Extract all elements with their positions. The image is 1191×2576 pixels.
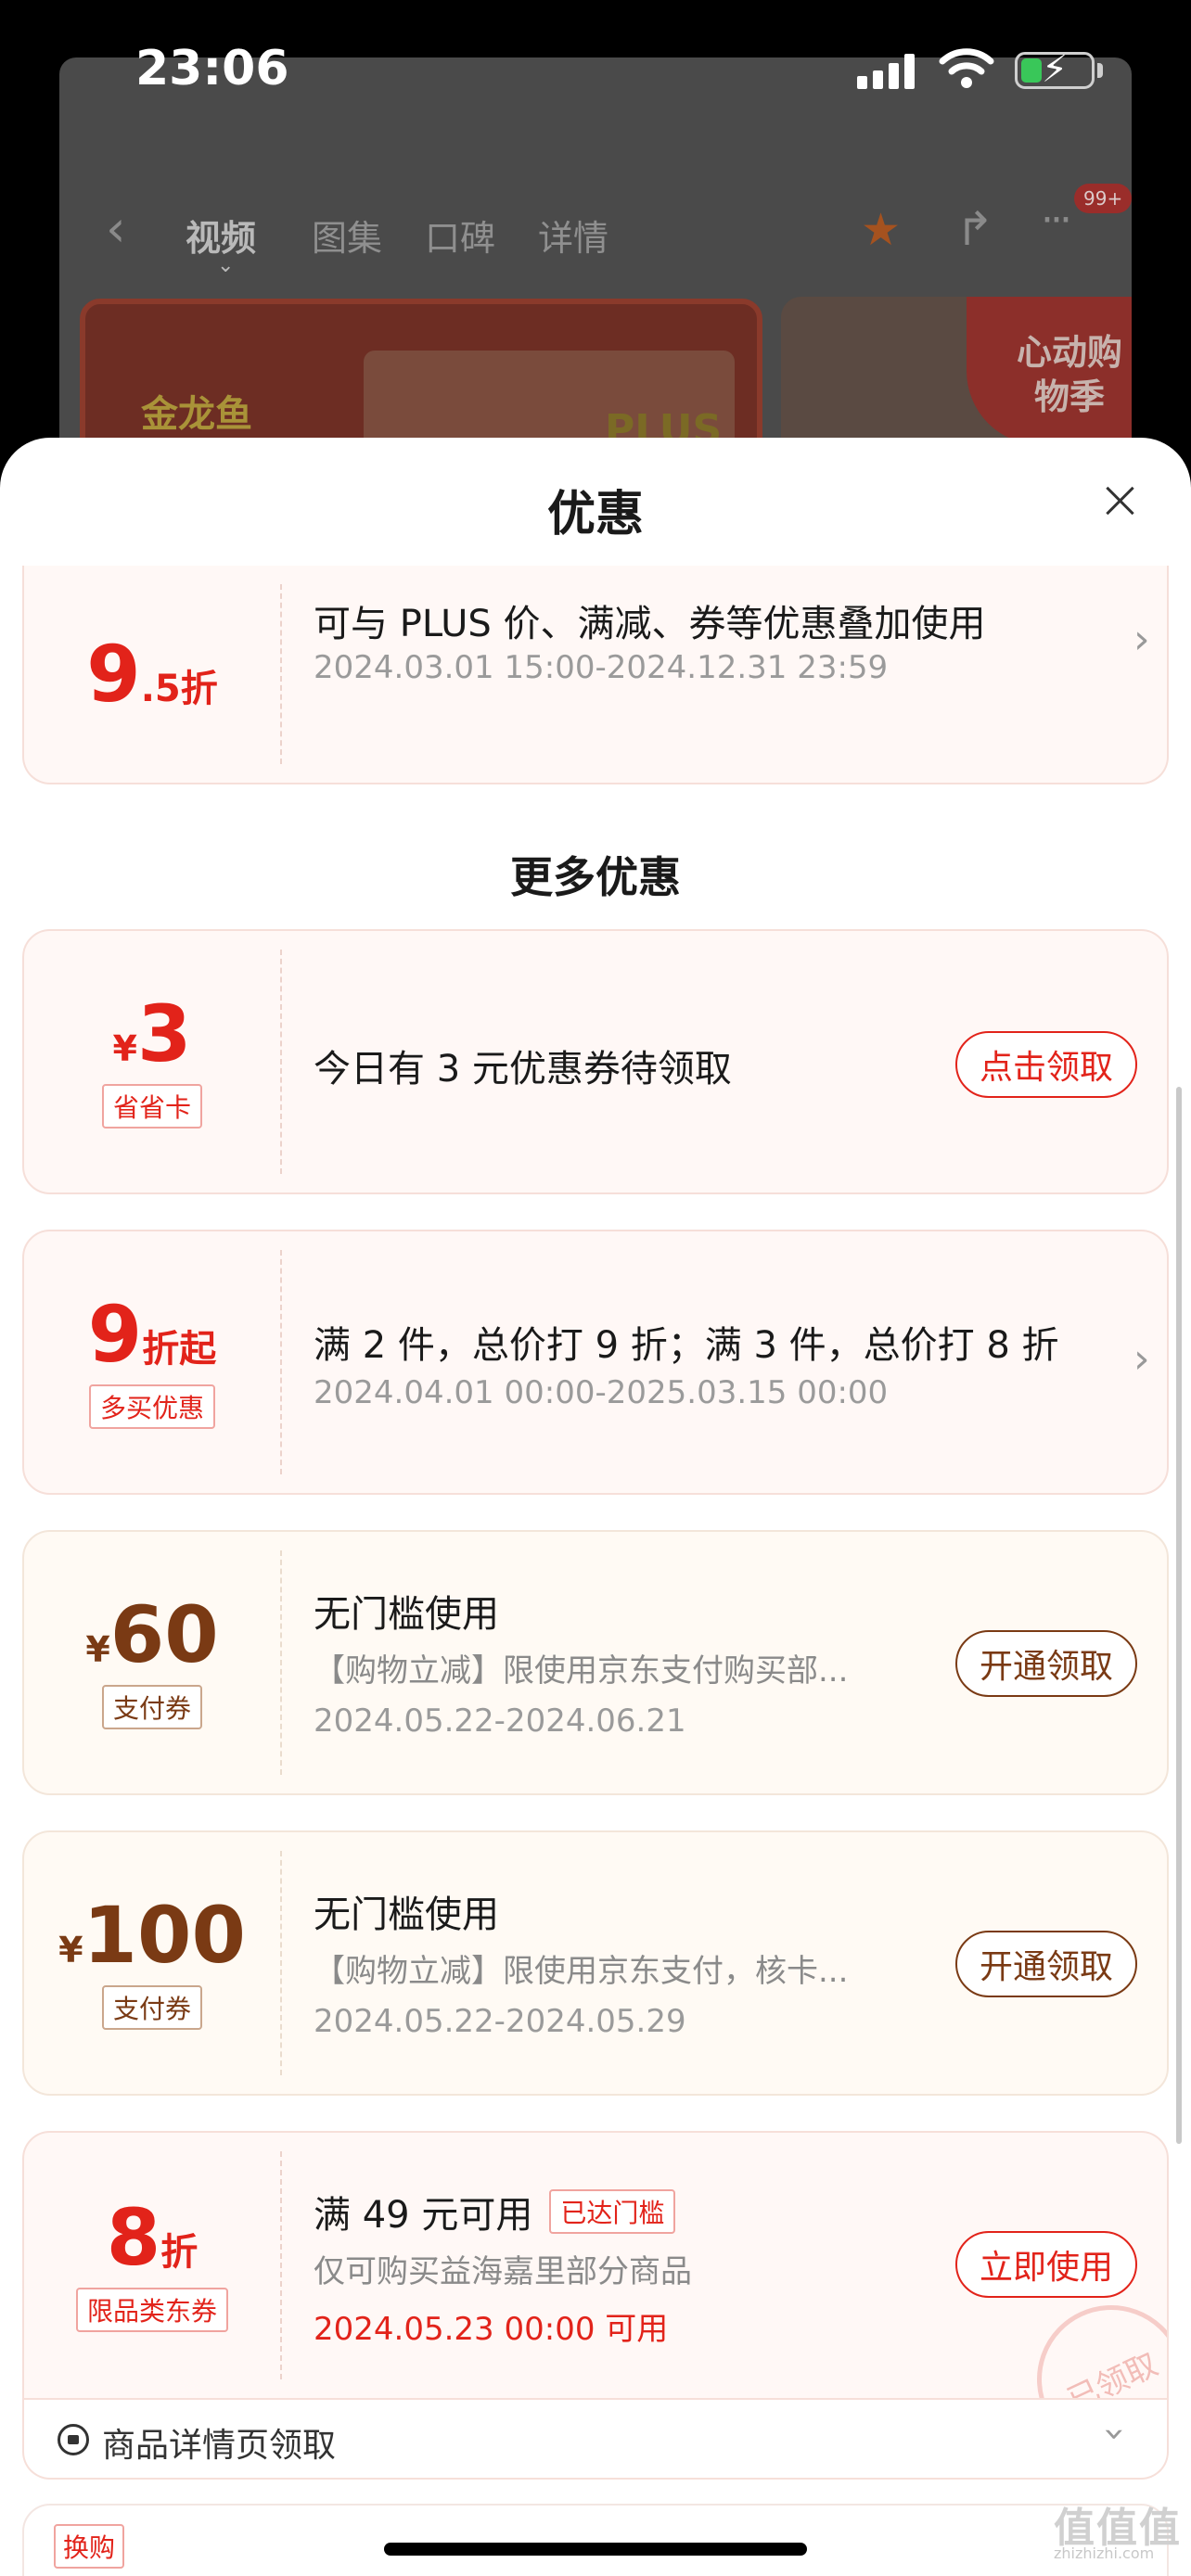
- coupon-divider: [280, 584, 282, 764]
- coupon-amount: 9.5折: [86, 629, 218, 720]
- close-icon[interactable]: [1104, 484, 1137, 517]
- threshold-reached-badge: 已达门槛: [549, 2189, 676, 2234]
- detail-page-claim-row[interactable]: 商品详情页领取 ›: [22, 2400, 1169, 2480]
- nav-tab-details: 详情: [538, 218, 609, 259]
- coupon-amount: 9折起: [87, 1289, 217, 1380]
- sheet-title: 优惠: [546, 487, 644, 542]
- coupon-card: ¥3 省省卡 今日有 3 元优惠券待领取 点击领取: [22, 929, 1169, 1194]
- coupon-source-icon: [58, 2424, 89, 2455]
- home-indicator[interactable]: [384, 2543, 807, 2556]
- battery-tip: [1097, 63, 1103, 78]
- activate-claim-button[interactable]: 开通领取: [955, 1630, 1137, 1697]
- coupon-divider: [280, 1851, 282, 2075]
- watermark-url: zhizhizhi.com: [1054, 2544, 1155, 2562]
- background-nav-bar: ‹ 视频 ⌄ 图集 口碑 详情 ★ ↱ ··· 99+: [59, 184, 1132, 277]
- battery-icon: ⚡: [1015, 49, 1095, 90]
- coupon-description: 【购物立减】限使用京东支付购买部...: [314, 1652, 849, 1690]
- coupon-amount: ¥60: [85, 1589, 219, 1680]
- promo-text: 心动购物季: [1016, 332, 1122, 417]
- use-now-button[interactable]: 立即使用: [955, 2231, 1137, 2298]
- coupon-validity: 2024.05.22-2024.05.29: [314, 2003, 686, 2040]
- coupon-divider: [280, 1550, 282, 1775]
- coupon-type-tag: 省省卡: [101, 1084, 202, 1129]
- chevron-right-icon: ›: [1133, 616, 1150, 663]
- coupon-validity: 2024.05.23 00:00 可用: [314, 2311, 669, 2348]
- status-bar: 23:06 ⚡: [0, 0, 1191, 139]
- share-icon: ↱: [955, 202, 994, 256]
- chevron-right-icon: ›: [1133, 1335, 1150, 1383]
- category-coupon: 8折 限品类东券 满 49 元可用 已达门槛 仅可购买益海嘉里部分商品 2024.…: [22, 2131, 1169, 2400]
- coupon-amount: ¥3: [112, 988, 192, 1079]
- claimed-stamp: 已领取: [1012, 2280, 1167, 2398]
- coupon-description: 满 2 件，总价打 9 折；满 3 件，总价打 8 折: [314, 1324, 1059, 1367]
- nav-tab-reviews: 口碑: [425, 218, 496, 259]
- coupon-type-tag: 换购: [54, 2524, 125, 2569]
- coupon-amount: ¥100: [58, 1890, 246, 1981]
- coupon-validity: 2024.03.01 15:00-2024.12.31 23:59: [314, 649, 889, 686]
- discount-sheet: 优惠 9.5折 可与 PLUS 价、满减、券等优惠叠加使用 2024.03.01…: [0, 438, 1191, 2576]
- payment-coupon-60: ¥60 支付券 无门槛使用 【购物立减】限使用京东支付购买部... 2024.0…: [22, 1530, 1169, 1795]
- coupon-amount: 8折: [106, 2192, 198, 2283]
- status-time: 23:06: [135, 41, 289, 96]
- coupon-description: 可与 PLUS 价、满减、券等优惠叠加使用: [314, 603, 986, 645]
- multi-buy-coupon[interactable]: 9折起 多买优惠 满 2 件，总价打 9 折；满 3 件，总价打 8 折 202…: [22, 1230, 1169, 1495]
- cellular-signal-icon: [857, 54, 918, 89]
- wifi-icon: [939, 48, 994, 88]
- coupon-type-tag: 多买优惠: [88, 1384, 215, 1429]
- more-icon: ···: [1041, 197, 1072, 244]
- plus-discount-coupon[interactable]: 9.5折 可与 PLUS 价、满减、券等优惠叠加使用 2024.03.01 15…: [22, 566, 1169, 784]
- coupon-divider: [280, 1250, 282, 1474]
- coupon-title: 无门槛使用: [314, 1593, 499, 1636]
- coupon-description: 【购物立减】限使用京东支付，核卡...: [314, 1953, 849, 1990]
- coupon-divider: [280, 2151, 282, 2379]
- scrollbar[interactable]: [1176, 1087, 1182, 2144]
- coupon-title: 满 49 元可用 已达门槛: [314, 2185, 676, 2238]
- more-discounts-title: 更多优惠: [510, 852, 681, 902]
- nav-tab-video: 视频: [186, 218, 257, 259]
- message-badge: 99+: [1074, 184, 1132, 213]
- nav-tab-gallery: 图集: [312, 218, 383, 259]
- claim-button[interactable]: 点击领取: [955, 1031, 1137, 1098]
- chevron-down-icon: ›: [1094, 2427, 1136, 2442]
- payment-coupon-100: ¥100 支付券 无门槛使用 【购物立减】限使用京东支付，核卡... 2024.…: [22, 1830, 1169, 2096]
- coupon-description: 仅可购买益海嘉里部分商品: [314, 2253, 692, 2290]
- coupon-validity: 2024.04.01 00:00-2025.03.15 00:00: [314, 1374, 889, 1411]
- coupon-divider: [280, 950, 282, 1174]
- coupon-title: 无门槛使用: [314, 1894, 499, 1936]
- activate-claim-button[interactable]: 开通领取: [955, 1931, 1137, 1997]
- favorite-icon: ★: [861, 204, 902, 256]
- next-coupon-card: 换购: [22, 2504, 1169, 2576]
- back-icon: ‹: [106, 199, 126, 258]
- claim-source-label: 商品详情页领取: [102, 2427, 337, 2465]
- coupon-validity: 2024.05.22-2024.06.21: [314, 1702, 686, 1740]
- brand-logo: 金龙鱼: [141, 393, 252, 436]
- coupon-type-tag: 支付券: [101, 1685, 202, 1729]
- tab-indicator-icon: ⌄: [217, 254, 235, 277]
- coupon-type-tag: 限品类东券: [75, 2288, 228, 2332]
- coupon-description: 今日有 3 元优惠券待领取: [314, 1048, 732, 1090]
- coupon-type-tag: 支付券: [101, 1985, 202, 2030]
